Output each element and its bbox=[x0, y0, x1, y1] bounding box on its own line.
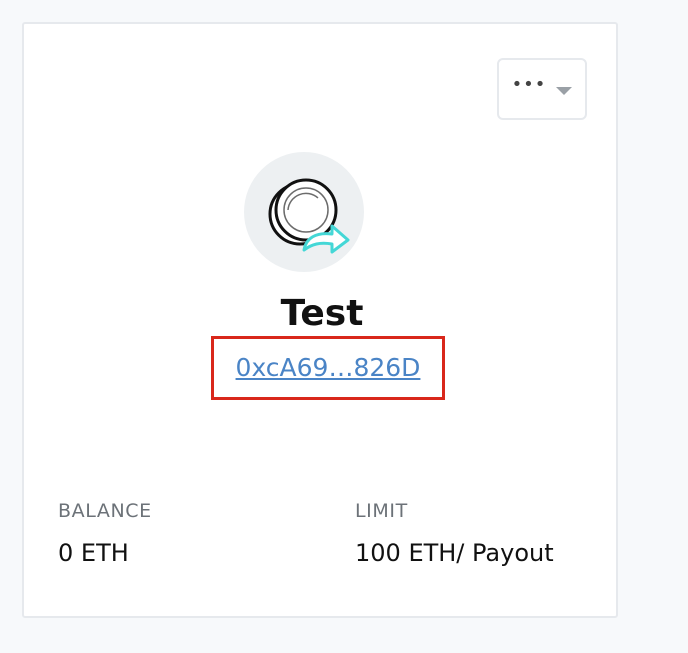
wallet-name: Test bbox=[280, 293, 364, 334]
chevron-down-icon bbox=[556, 87, 573, 95]
balance-value: 0 ETH bbox=[58, 539, 129, 567]
wallet-avatar bbox=[244, 152, 364, 272]
wallet-address-link[interactable]: 0xcA69…826D bbox=[236, 353, 421, 383]
limit-label: LIMIT bbox=[355, 500, 408, 522]
coin-transfer-icon bbox=[268, 178, 350, 254]
wallet-menu-button[interactable]: ••• bbox=[497, 58, 587, 120]
more-icon: ••• bbox=[511, 74, 547, 95]
balance-label: BALANCE bbox=[58, 500, 152, 522]
limit-value: 100 ETH/ Payout bbox=[355, 539, 554, 567]
address-highlight: 0xcA69…826D bbox=[211, 336, 445, 400]
wallet-card: ••• Test 0xcA69…826D BALANCE 0 ETH LIMIT… bbox=[22, 22, 618, 618]
